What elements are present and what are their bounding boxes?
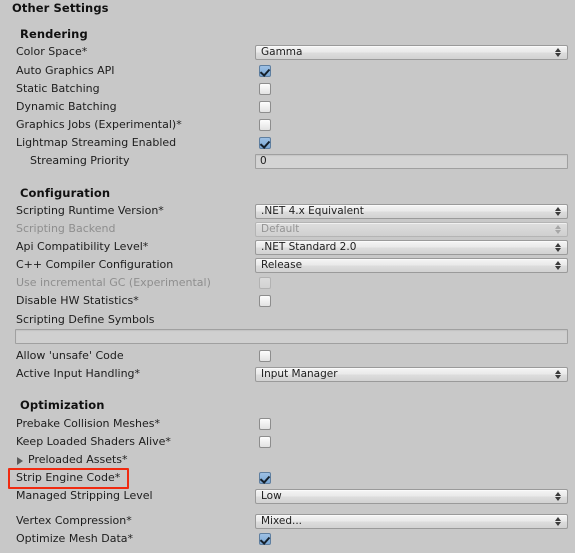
page-title: Other Settings: [12, 1, 109, 15]
checkbox-strip-engine-code[interactable]: [259, 472, 271, 484]
dropdown-active-input-handling-value: Input Manager: [261, 368, 338, 380]
updown-arrow-icon: [555, 242, 562, 253]
checkbox-keep-loaded-shaders-alive[interactable]: [259, 436, 271, 448]
label-prebake-collision-meshes: Prebake Collision Meshes*: [16, 417, 160, 430]
dropdown-vertex-compression[interactable]: Mixed...: [255, 514, 568, 529]
dropdown-managed-stripping-level[interactable]: Low: [255, 489, 568, 504]
checkbox-use-incremental-gc: [259, 277, 271, 289]
label-streaming-priority: Streaming Priority: [30, 154, 130, 167]
checkbox-lightmap-streaming-enabled[interactable]: [259, 137, 271, 149]
updown-arrow-icon: [555, 224, 562, 235]
dropdown-cpp-compiler-configuration-value: Release: [261, 259, 303, 271]
label-allow-unsafe-code: Allow 'unsafe' Code: [16, 349, 124, 362]
label-managed-stripping-level: Managed Stripping Level: [16, 489, 153, 502]
checkbox-disable-hw-statistics[interactable]: [259, 295, 271, 307]
label-auto-graphics-api: Auto Graphics API: [16, 64, 115, 77]
updown-arrow-icon: [555, 206, 562, 217]
section-header-optimization: Optimization: [0, 395, 575, 415]
row-use-incremental-gc: Use incremental GC (Experimental): [0, 274, 575, 292]
section-header-rendering-label: Rendering: [20, 27, 88, 41]
dropdown-scripting-runtime-version[interactable]: .NET 4.x Equivalent: [255, 204, 568, 219]
row-allow-unsafe-code: Allow 'unsafe' Code: [0, 347, 575, 365]
dropdown-active-input-handling[interactable]: Input Manager: [255, 367, 568, 382]
section-header-configuration: Configuration: [0, 183, 575, 203]
label-scripting-define-symbols: Scripting Define Symbols: [16, 313, 155, 326]
label-color-space: Color Space*: [16, 45, 88, 58]
label-graphics-jobs: Graphics Jobs (Experimental)*: [16, 118, 182, 131]
label-static-batching: Static Batching: [16, 82, 100, 95]
dropdown-api-compatibility-level-value: .NET Standard 2.0: [261, 241, 357, 253]
label-optimize-mesh-data: Optimize Mesh Data*: [16, 532, 134, 545]
label-strip-engine-code: Strip Engine Code*: [16, 471, 121, 484]
label-scripting-backend: Scripting Backend: [16, 222, 116, 235]
row-dynamic-batching: Dynamic Batching: [0, 98, 575, 116]
foldout-triangle-icon[interactable]: [17, 457, 23, 465]
label-api-compatibility-level: Api Compatibility Level*: [16, 240, 149, 253]
checkbox-optimize-mesh-data[interactable]: [259, 533, 271, 545]
checkbox-auto-graphics-api[interactable]: [259, 65, 271, 77]
dropdown-scripting-backend-value: Default: [261, 223, 300, 235]
checkbox-graphics-jobs[interactable]: [259, 119, 271, 131]
input-streaming-priority-value: 0: [260, 155, 267, 167]
row-scripting-define-symbols-input: [0, 329, 575, 346]
section-header-rendering: Rendering: [0, 24, 575, 44]
row-auto-graphics-api: Auto Graphics API: [0, 62, 575, 80]
dropdown-managed-stripping-level-value: Low: [261, 490, 282, 502]
row-disable-hw-statistics: Disable HW Statistics*: [0, 292, 575, 310]
dropdown-api-compatibility-level[interactable]: .NET Standard 2.0: [255, 240, 568, 255]
label-active-input-handling: Active Input Handling*: [16, 367, 141, 380]
section-header-configuration-label: Configuration: [20, 186, 111, 200]
dropdown-vertex-compression-value: Mixed...: [261, 515, 303, 527]
label-dynamic-batching: Dynamic Batching: [16, 100, 117, 113]
checkbox-allow-unsafe-code[interactable]: [259, 350, 271, 362]
row-prebake-collision-meshes: Prebake Collision Meshes*: [0, 415, 575, 433]
row-active-input-handling: Active Input Handling* Input Manager: [0, 365, 575, 383]
checkbox-static-batching[interactable]: [259, 83, 271, 95]
checkbox-dynamic-batching[interactable]: [259, 101, 271, 113]
row-strip-engine-code: Strip Engine Code*: [0, 469, 575, 487]
label-preloaded-assets: Preloaded Assets*: [28, 453, 128, 466]
row-scripting-backend: Scripting Backend Default: [0, 220, 575, 238]
row-color-space: Color Space* Gamma: [0, 43, 575, 61]
row-api-compatibility-level: Api Compatibility Level* .NET Standard 2…: [0, 238, 575, 256]
row-static-batching: Static Batching: [0, 80, 575, 98]
label-use-incremental-gc: Use incremental GC (Experimental): [16, 276, 211, 289]
label-lightmap-streaming-enabled: Lightmap Streaming Enabled: [16, 136, 177, 149]
row-lightmap-streaming-enabled: Lightmap Streaming Enabled: [0, 134, 575, 152]
dropdown-color-space[interactable]: Gamma: [255, 45, 568, 60]
updown-arrow-icon: [555, 516, 562, 527]
row-keep-loaded-shaders-alive: Keep Loaded Shaders Alive*: [0, 433, 575, 451]
updown-arrow-icon: [555, 491, 562, 502]
row-scripting-runtime-version: Scripting Runtime Version* .NET 4.x Equi…: [0, 202, 575, 220]
updown-arrow-icon: [555, 260, 562, 271]
label-vertex-compression: Vertex Compression*: [16, 514, 132, 527]
input-streaming-priority[interactable]: 0: [255, 154, 568, 169]
other-settings-panel: Other Settings Rendering Color Space* Ga…: [0, 0, 575, 553]
row-streaming-priority: Streaming Priority 0: [0, 152, 575, 170]
dropdown-scripting-backend: Default: [255, 222, 568, 237]
row-preloaded-assets[interactable]: Preloaded Assets*: [0, 451, 575, 469]
input-scripting-define-symbols[interactable]: [15, 329, 568, 344]
updown-arrow-icon: [555, 47, 562, 58]
updown-arrow-icon: [555, 369, 562, 380]
label-scripting-runtime-version: Scripting Runtime Version*: [16, 204, 164, 217]
label-keep-loaded-shaders-alive: Keep Loaded Shaders Alive*: [16, 435, 171, 448]
checkbox-prebake-collision-meshes[interactable]: [259, 418, 271, 430]
dropdown-cpp-compiler-configuration[interactable]: Release: [255, 258, 568, 273]
row-managed-stripping-level: Managed Stripping Level Low: [0, 487, 575, 505]
row-scripting-define-symbols: Scripting Define Symbols: [0, 311, 575, 329]
row-graphics-jobs: Graphics Jobs (Experimental)*: [0, 116, 575, 134]
row-cpp-compiler-configuration: C++ Compiler Configuration Release: [0, 256, 575, 274]
dropdown-color-space-value: Gamma: [261, 46, 303, 58]
section-header-optimization-label: Optimization: [20, 398, 105, 412]
row-optimize-mesh-data: Optimize Mesh Data*: [0, 530, 575, 548]
label-disable-hw-statistics: Disable HW Statistics*: [16, 294, 139, 307]
row-vertex-compression: Vertex Compression* Mixed...: [0, 512, 575, 530]
dropdown-scripting-runtime-version-value: .NET 4.x Equivalent: [261, 205, 364, 217]
label-cpp-compiler-configuration: C++ Compiler Configuration: [16, 258, 174, 271]
